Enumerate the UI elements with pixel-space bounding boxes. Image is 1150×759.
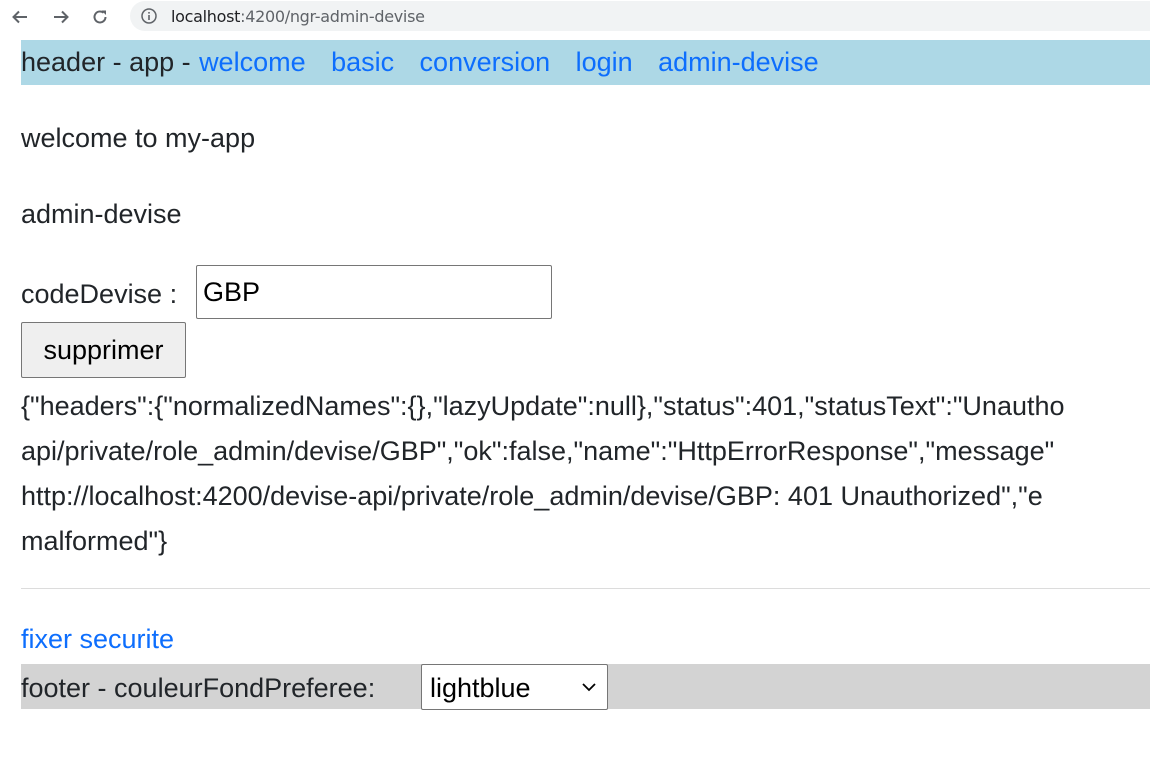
app-header: header - app - welcome basic conversion … [21,40,1150,85]
code-devise-input[interactable] [196,265,552,319]
error-line: {"headers":{"normalizedNames":{},"lazyUp… [21,391,1065,421]
welcome-text: welcome to my-app [21,123,256,153]
error-line: http://localhost:4200/devise-api/private… [21,481,1043,511]
nav-link-admin-devise[interactable]: admin-devise [658,47,819,77]
address-bar[interactable]: localhost:4200/ngr-admin-devise [130,1,1150,31]
url-path: :4200/ngr-admin-devise [240,7,425,26]
divider [21,588,1150,589]
reload-icon[interactable] [87,4,113,30]
error-message: {"headers":{"normalizedNames":{},"lazyUp… [21,384,1065,564]
nav-link-conversion[interactable]: conversion [420,47,551,77]
delete-button[interactable]: supprimer [21,322,186,378]
background-color-select[interactable]: lightblue [421,664,608,710]
error-line: api/private/role_admin/devise/GBP","ok":… [21,436,1055,466]
code-devise-label: codeDevise : [21,279,178,309]
info-icon[interactable] [140,7,158,25]
chevron-down-icon [582,683,596,692]
url-text: localhost:4200/ngr-admin-devise [171,7,425,26]
error-line: malformed"} [21,526,168,556]
fix-security-link[interactable]: fixer securite [21,624,174,655]
app-footer: footer - couleurFondPreferee: lightblue [21,664,1150,710]
section-title: admin-devise [21,199,182,229]
nav-link-welcome[interactable]: welcome [199,47,306,77]
footer-label: footer - couleurFondPreferee: [21,673,376,703]
nav-link-basic[interactable]: basic [331,47,394,77]
nav-link-login[interactable]: login [576,47,633,77]
back-icon[interactable] [7,4,33,30]
header-title: header - app - [21,47,191,77]
url-host: localhost [171,7,241,26]
forward-icon[interactable] [48,4,74,30]
selected-color-value: lightblue [430,673,531,703]
browser-toolbar: localhost:4200/ngr-admin-devise [0,0,1150,34]
